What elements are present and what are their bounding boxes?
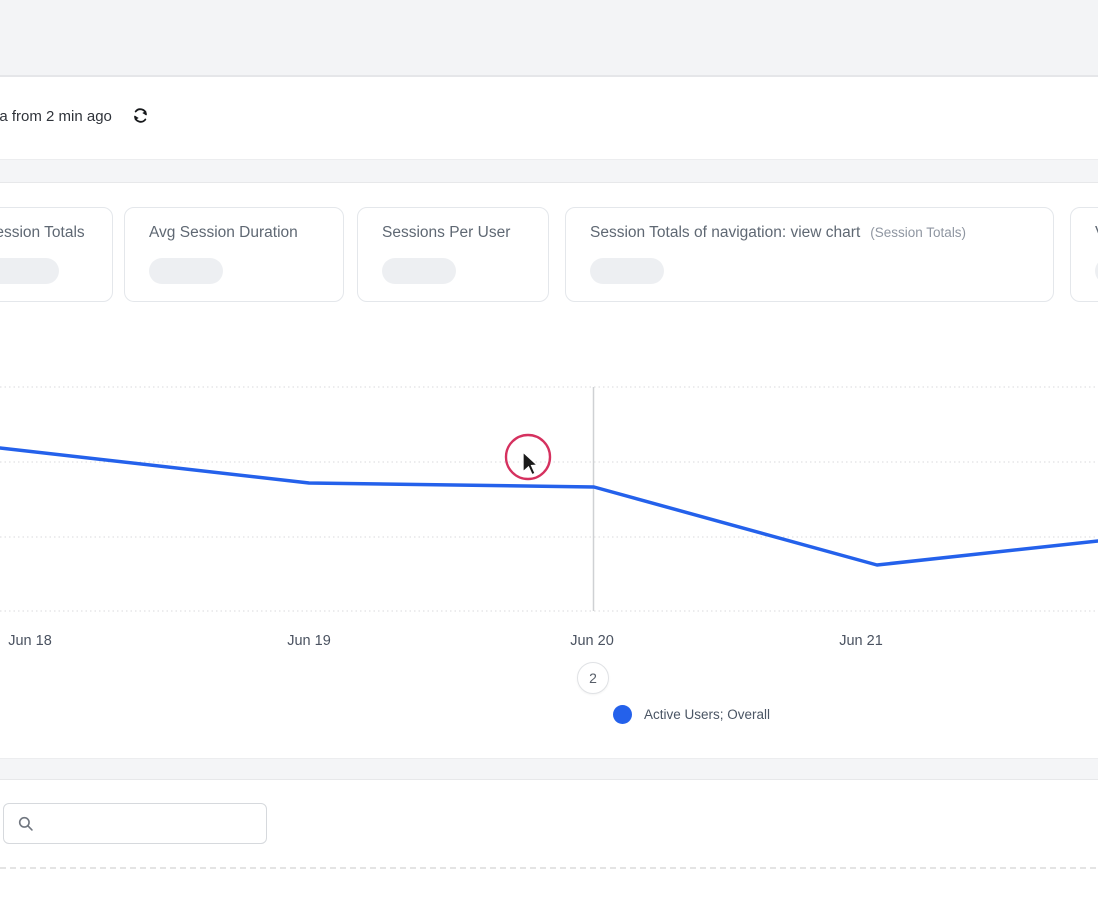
- metric-value-skeleton: [382, 258, 456, 284]
- metric-value-skeleton: [149, 258, 223, 284]
- chart-legend-item[interactable]: Active Users; Overall: [613, 705, 770, 724]
- metric-card-avg-session-duration[interactable]: Avg Session Duration: [124, 207, 344, 302]
- x-tick-jun-20: Jun 20: [570, 633, 614, 649]
- collapsed-panel-strip-bottom: [0, 758, 1098, 780]
- line-chart-canvas[interactable]: [0, 380, 1098, 625]
- metric-card-title: Session Totals: [0, 224, 85, 242]
- metric-card-session-totals-of-event[interactable]: Session Totals of navigation: view chart…: [565, 207, 1054, 302]
- metric-card-subtitle: (Session Totals): [870, 225, 966, 240]
- legend-series-dot-icon: [613, 705, 632, 724]
- collapsed-panel-strip-top: [0, 159, 1098, 183]
- search-input[interactable]: [43, 816, 256, 832]
- metric-value-skeleton: [0, 258, 59, 284]
- x-tick-jun-18: Jun 18: [8, 633, 52, 649]
- search-box[interactable]: [3, 803, 267, 844]
- search-icon: [17, 815, 35, 833]
- annotation-count-badge[interactable]: 2: [577, 662, 609, 694]
- metric-card-clipped-right[interactable]: V: [1070, 207, 1098, 302]
- metric-card-title: Avg Session Duration: [149, 224, 298, 242]
- metric-card-title: Sessions Per User: [382, 224, 510, 242]
- mouse-cursor-icon: [523, 452, 537, 475]
- metric-card-sessions-per-user[interactable]: Sessions Per User: [357, 207, 549, 302]
- x-tick-jun-21: Jun 21: [839, 633, 883, 649]
- data-freshness-status: Data from 2 min ago: [0, 108, 112, 125]
- chart-gridlines: [0, 387, 1098, 611]
- refresh-button[interactable]: [128, 105, 152, 129]
- top-header-band: [0, 0, 1098, 77]
- metric-card-session-totals[interactable]: Session Totals: [0, 207, 113, 302]
- metric-value-skeleton: [590, 258, 664, 284]
- refresh-icon: [131, 106, 150, 128]
- metric-card-title: Session Totals of navigation: view chart: [590, 224, 860, 242]
- legend-series-label: Active Users; Overall: [644, 707, 770, 722]
- bottom-section-divider: [0, 867, 1098, 869]
- x-tick-jun-19: Jun 19: [287, 633, 331, 649]
